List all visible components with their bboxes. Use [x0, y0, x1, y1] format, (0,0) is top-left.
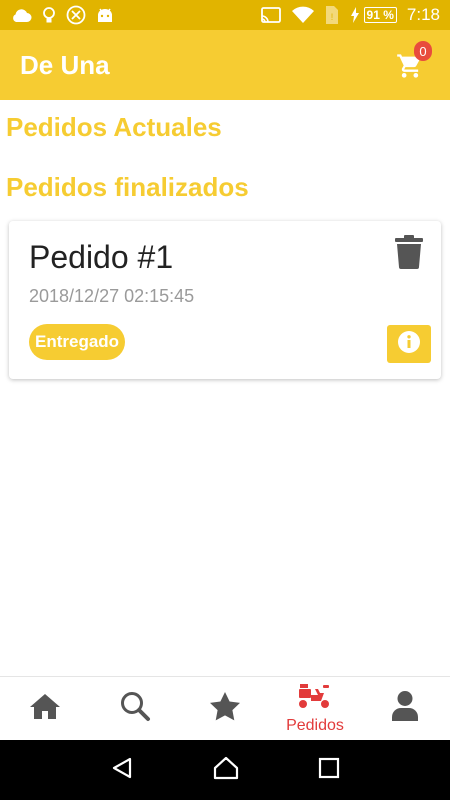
sim-icon: !: [324, 5, 340, 25]
cart-button[interactable]: 0: [390, 41, 432, 85]
wifi-icon: [291, 6, 314, 24]
section-title-current: Pedidos Actuales: [6, 112, 222, 142]
section-title-finished: Pedidos finalizados: [6, 172, 249, 202]
android-icon: [96, 7, 114, 23]
delete-order-button[interactable]: [395, 235, 423, 274]
order-title: Pedido #1: [29, 239, 174, 275]
lightbulb-icon: [42, 6, 56, 24]
svg-text:!: !: [330, 12, 333, 22]
nav-label-orders: Pedidos: [286, 717, 344, 734]
blocked-icon: [66, 5, 86, 25]
user-icon: [391, 690, 419, 727]
app-bar: De Una 0: [0, 30, 450, 100]
trash-icon: [395, 235, 423, 273]
nav-item-profile[interactable]: [360, 677, 450, 740]
nav-item-home[interactable]: [0, 677, 90, 740]
recents-button[interactable]: [318, 757, 340, 784]
delivery-scooter-icon: [298, 682, 332, 715]
home-system-button[interactable]: [213, 756, 239, 785]
order-card[interactable]: Pedido #1 2018/12/27 02:15:45 Entregado: [9, 221, 441, 379]
home-icon: [29, 692, 61, 725]
status-bar: ! 91 % 7:18: [0, 0, 450, 30]
nav-item-favorites[interactable]: [180, 677, 270, 740]
battery-level: 91 %: [363, 7, 397, 23]
cloud-icon: [10, 7, 32, 23]
cast-icon: [260, 6, 282, 24]
bottom-navigation: Pedidos: [0, 676, 450, 740]
order-status-badge: Entregado: [29, 324, 126, 360]
nav-item-orders[interactable]: Pedidos: [270, 677, 360, 740]
order-date: 2018/12/27 02:15:45: [29, 286, 195, 306]
cart-count-badge: 0: [414, 41, 432, 61]
clock: 7:18: [406, 5, 440, 24]
info-icon: [397, 330, 421, 359]
charging-icon: [350, 7, 360, 23]
system-navigation-bar: [0, 740, 450, 800]
app-title: De Una: [20, 49, 110, 80]
star-icon: [209, 691, 241, 726]
back-button[interactable]: [110, 756, 134, 785]
order-info-button[interactable]: [387, 325, 431, 363]
battery-indicator: 91 %: [350, 7, 397, 23]
search-icon: [119, 690, 151, 727]
nav-item-search[interactable]: [90, 677, 180, 740]
